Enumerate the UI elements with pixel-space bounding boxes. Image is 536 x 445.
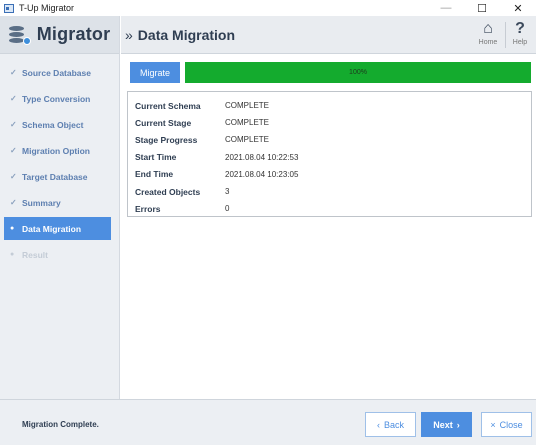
status-text: Migration Complete. <box>22 420 99 429</box>
check-icon: ✓ <box>10 94 17 103</box>
info-row: Current Stage COMPLETE <box>135 114 531 131</box>
info-key: Start Time <box>135 152 177 163</box>
info-row: End Time 2021.08.04 10:23:05 <box>135 166 531 183</box>
sidebar-item-migration-option[interactable]: ✓ Migration Option <box>4 139 111 162</box>
sidebar-item-schema-object[interactable]: ✓ Schema Object <box>4 113 111 136</box>
sidebar-item-type-conversion[interactable]: ✓ Type Conversion <box>4 87 111 110</box>
check-icon: ✓ <box>10 68 17 77</box>
check-icon: ✓ <box>10 172 17 181</box>
info-key: Current Schema <box>135 100 201 111</box>
info-row: Errors 0 <box>135 200 531 217</box>
app-icon <box>4 3 14 13</box>
next-label: Next <box>433 419 453 430</box>
info-key: Created Objects <box>135 186 201 197</box>
info-value: 2021.08.04 10:22:53 <box>225 152 299 162</box>
step-nav: ✓ Source Database ✓ Type Conversion ✓ Schem… <box>0 54 119 266</box>
double-chevron-icon: » <box>125 26 133 43</box>
sidebar-item-label: Data Migration <box>22 223 82 234</box>
progress-bar: 100% <box>185 62 531 83</box>
migrate-button[interactable]: Migrate <box>130 62 180 83</box>
sidebar-item-data-migration[interactable]: ● Data Migration <box>4 217 111 240</box>
back-button[interactable]: ‹ Back <box>365 412 416 437</box>
check-icon: ✓ <box>10 120 17 129</box>
help-icon: ? <box>515 20 525 37</box>
bullet-icon: ● <box>10 225 15 232</box>
migration-info-panel: Current Schema COMPLETE Current Stage COMP… <box>127 91 532 217</box>
minimize-button[interactable]: — <box>428 0 464 16</box>
page-title: Data Migration <box>137 26 236 43</box>
info-key: Errors <box>135 203 161 214</box>
footer-bar: Migration Complete. ‹ Back Next › × Close <box>0 399 536 445</box>
progress-text: 100% <box>349 69 367 76</box>
help-button[interactable]: ? Help <box>507 20 533 46</box>
chevron-left-icon: ‹ <box>376 419 380 430</box>
sidebar-item-label: Target Database <box>22 171 88 182</box>
sidebar-item-label: Type Conversion <box>22 93 91 104</box>
window-title: T-Up Migrator <box>19 3 75 13</box>
info-row: Start Time 2021.08.04 10:22:53 <box>135 149 531 166</box>
bullet-icon: ● <box>10 251 15 258</box>
home-button[interactable]: ⌂ Home <box>475 20 501 46</box>
logo: Migrator <box>0 16 119 54</box>
main-content: Migrate 100% Current Schema COMPLETE Curr… <box>121 55 536 399</box>
info-value: 3 <box>225 187 230 197</box>
page-header: » Data Migration ⌂ Home ? Help <box>121 16 536 54</box>
info-value: COMPLETE <box>225 101 270 111</box>
window-controls: — ☐ ✕ <box>428 0 536 16</box>
close-icon: × <box>490 419 496 430</box>
sidebar: Migrator ✓ Source Database ✓ Type Conversi… <box>0 16 120 399</box>
header-divider <box>505 22 506 48</box>
sidebar-item-label: Summary <box>22 197 61 208</box>
info-value: 2021.08.04 10:23:05 <box>225 169 299 179</box>
home-icon: ⌂ <box>483 20 493 37</box>
database-icon <box>8 25 31 45</box>
sidebar-item-source-database[interactable]: ✓ Source Database <box>4 61 111 84</box>
home-label: Home <box>478 39 498 46</box>
maximize-button[interactable]: ☐ <box>464 0 500 16</box>
close-window-button[interactable]: ✕ <box>500 0 536 16</box>
check-icon: ✓ <box>10 198 17 207</box>
info-row: Created Objects 3 <box>135 183 531 200</box>
info-row: Current Schema COMPLETE <box>135 97 531 114</box>
sidebar-item-label: Migration Option <box>22 145 90 156</box>
info-row: Stage Progress COMPLETE <box>135 131 531 148</box>
info-value: COMPLETE <box>225 118 270 128</box>
chevron-right-icon: › <box>456 419 460 430</box>
logo-text: Migrator <box>36 24 111 44</box>
close-button[interactable]: × Close <box>481 412 532 437</box>
info-key: End Time <box>135 169 174 180</box>
info-key: Stage Progress <box>135 134 198 145</box>
next-button[interactable]: Next › <box>421 412 472 437</box>
close-label: Close <box>499 419 523 430</box>
sidebar-item-target-database[interactable]: ✓ Target Database <box>4 165 111 188</box>
sidebar-item-label: Result <box>22 249 48 260</box>
help-label: Help <box>512 39 528 46</box>
info-key: Current Stage <box>135 117 192 128</box>
back-label: Back <box>383 419 404 430</box>
sidebar-item-label: Source Database <box>22 67 91 78</box>
sidebar-item-label: Schema Object <box>22 119 84 130</box>
info-value: 0 <box>225 204 230 214</box>
sidebar-item-summary[interactable]: ✓ Summary <box>4 191 111 214</box>
sidebar-item-result: ● Result <box>4 243 111 266</box>
window-titlebar: T-Up Migrator — ☐ ✕ <box>0 0 536 16</box>
check-icon: ✓ <box>10 146 17 155</box>
info-value: COMPLETE <box>225 135 270 145</box>
